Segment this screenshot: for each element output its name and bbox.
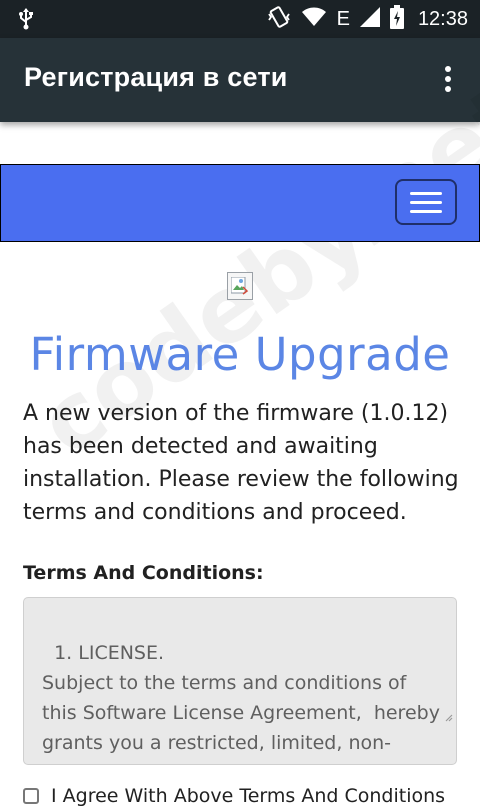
intro-text: A new version of the firmware (1.0.12) h… [23, 401, 459, 525]
hamburger-menu-button[interactable] [395, 179, 457, 225]
broken-image-icon [227, 272, 253, 300]
terms-text: 1. LICENSE. Subject to the terms and con… [42, 642, 444, 764]
battery-charging-icon [389, 4, 404, 34]
hamburger-menu-icon [410, 191, 442, 195]
agree-checkbox[interactable] [23, 788, 39, 804]
terms-textarea[interactable]: 1. LICENSE. Subject to the terms and con… [23, 597, 457, 765]
cell-signal-icon [359, 6, 380, 32]
terms-label: Terms And Conditions: [23, 562, 264, 584]
agree-row: I Agree With Above Terms And Conditions [23, 784, 445, 808]
app-bar-title: Регистрация в сети [24, 62, 288, 92]
wifi-icon [301, 6, 327, 33]
web-navbar [0, 164, 480, 242]
page-heading: Firmware Upgrade [29, 328, 451, 381]
usb-icon [18, 8, 34, 35]
status-time: 12:38 [417, 7, 468, 30]
overflow-menu-icon[interactable] [444, 66, 452, 94]
agree-label[interactable]: I Agree With Above Terms And Conditions [51, 785, 445, 807]
resize-grip-icon[interactable] [419, 671, 453, 761]
vibrate-icon [267, 5, 291, 34]
status-bar: E 12:38 [0, 0, 480, 38]
app-bar: Регистрация в сети [0, 38, 480, 122]
network-type-text: E [336, 7, 350, 30]
